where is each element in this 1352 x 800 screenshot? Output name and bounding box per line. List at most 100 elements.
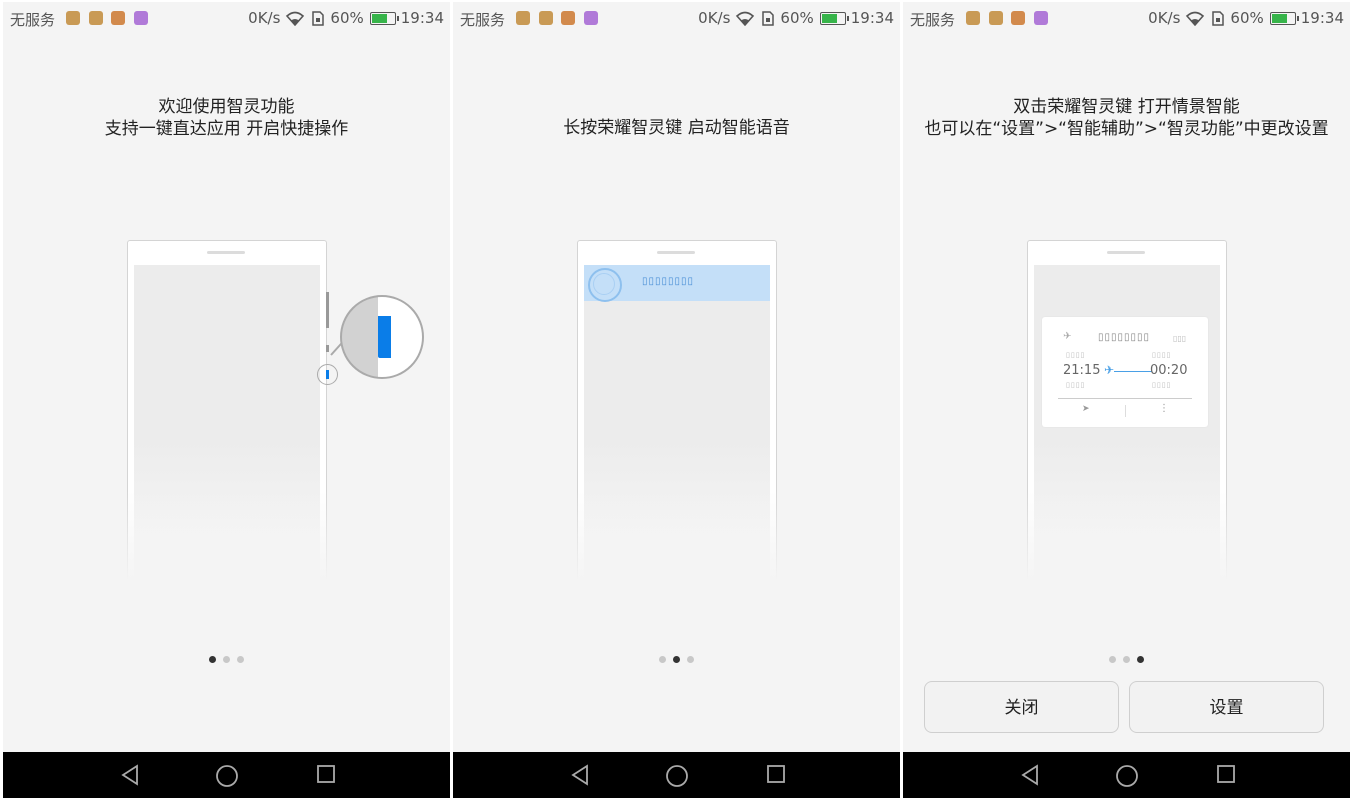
recents-icon[interactable] [1216, 764, 1236, 784]
notification-icon [584, 11, 598, 25]
carrier-label: 无服务 [460, 11, 506, 29]
navigation-bar [3, 752, 450, 798]
origin-label: ▯▯▯▯ [1066, 351, 1086, 359]
navigation-bar [453, 752, 900, 798]
carrier-label: 无服务 [10, 11, 56, 29]
title-line: 双击荣耀智灵键 打开情景智能 [1013, 97, 1240, 117]
status-bar: 无服务 0K/s 60% 19:34 [903, 2, 1350, 36]
phone-speaker [1107, 251, 1145, 254]
flight-arrow-icon: ✈ [1104, 363, 1115, 377]
notification-icon [539, 11, 553, 25]
phone-illustration: ▯▯▯▯▯▯▯▯ [574, 240, 780, 581]
intro-screen-2: 无服务 0K/s 60% 19:34 长按荣耀智灵键 启动智能语音 ▯▯▯▯▯▯… [453, 2, 900, 798]
notification-icon [1034, 11, 1048, 25]
clock: 19:34 [1300, 9, 1344, 27]
page-dot [237, 656, 244, 663]
network-speed: 0K/s [1148, 9, 1181, 27]
flight-card-title: ▯▯▯▯▯▯▯▯ [1098, 332, 1151, 343]
close-button[interactable]: 关闭 [924, 681, 1119, 733]
clock: 19:34 [400, 9, 444, 27]
settings-button[interactable]: 设置 [1129, 681, 1324, 733]
back-icon[interactable] [119, 764, 141, 786]
voice-assistant-bar: ▯▯▯▯▯▯▯▯ [584, 265, 770, 302]
title-line: 长按荣耀智灵键 启动智能语音 [563, 118, 790, 138]
smart-key-highlight [317, 364, 338, 385]
magnifier-icon [340, 295, 424, 379]
airplane-icon: ✈ [1063, 331, 1072, 342]
battery-percent: 60% [1230, 9, 1264, 27]
clock: 19:34 [850, 9, 894, 27]
notification-icon [89, 11, 103, 25]
page-indicator [453, 656, 900, 666]
microphone-ring-icon [588, 268, 622, 302]
arrive-time: 00:20 [1150, 363, 1188, 378]
more-indicator: ▯▯▯ [1173, 334, 1187, 343]
battery-percent: 60% [330, 9, 364, 27]
destination-label: ▯▯▯▯ [1152, 351, 1172, 359]
notification-icon [561, 11, 575, 25]
battery-icon [1269, 11, 1299, 25]
page-title: 双击荣耀智灵键 打开情景智能 也可以在“设置”>“智能辅助”>“智灵功能”中更改… [903, 96, 1350, 140]
page-indicator [903, 656, 1350, 666]
notification-icon [66, 11, 80, 25]
notification-icon [516, 11, 530, 25]
intro-screen-1: 无服务 0K/s 60% 19:34 欢迎使用智灵功能 支持一键直达应用 开启快… [3, 2, 450, 798]
more-vert-icon: ⋮ [1159, 403, 1169, 414]
battery-icon [819, 11, 849, 25]
title-line: 也可以在“设置”>“智能辅助”>“智灵功能”中更改设置 [924, 119, 1329, 139]
page-indicator [3, 656, 450, 666]
carrier-label: 无服务 [910, 11, 956, 29]
home-icon[interactable] [215, 764, 239, 788]
notification-icon [1011, 11, 1025, 25]
origin-airport: ▯▯▯▯ [1066, 381, 1086, 389]
notification-icon [966, 11, 980, 25]
page-title: 欢迎使用智灵功能 支持一键直达应用 开启快捷操作 [3, 96, 450, 140]
flight-line [1114, 371, 1152, 372]
page-title: 长按荣耀智灵键 启动智能语音 [453, 117, 900, 139]
destination-airport: ▯▯▯▯ [1152, 381, 1172, 389]
status-bar: 无服务 0K/s 60% 19:34 [3, 2, 450, 36]
phone-speaker [207, 251, 245, 254]
notification-icon [111, 11, 125, 25]
recents-icon[interactable] [766, 764, 786, 784]
notification-icon [134, 11, 148, 25]
phone-side-button [326, 345, 329, 352]
sim-icon [312, 10, 325, 26]
title-line: 支持一键直达应用 开启快捷操作 [104, 119, 349, 139]
phone-side-button [326, 292, 329, 328]
sim-icon [762, 10, 775, 26]
page-dot [1123, 656, 1130, 663]
voice-prompt-text: ▯▯▯▯▯▯▯▯ [642, 276, 695, 287]
navigate-icon: ➤ [1082, 404, 1090, 414]
page-dot [1109, 656, 1116, 663]
recents-icon[interactable] [316, 764, 336, 784]
network-speed: 0K/s [698, 9, 731, 27]
phone-illustration: ✈ ▯▯▯▯▯▯▯▯ ▯▯▯ ▯▯▯▯ ▯▯▯▯ 21:15 ✈ 00:20 ▯… [1024, 240, 1230, 581]
network-speed: 0K/s [248, 9, 281, 27]
back-icon[interactable] [1019, 764, 1041, 786]
wifi-icon [286, 11, 305, 26]
status-bar: 无服务 0K/s 60% 19:34 [453, 2, 900, 36]
page-dot [1137, 656, 1144, 663]
navigation-bar [903, 752, 1350, 798]
battery-percent: 60% [780, 9, 814, 27]
title-line: 欢迎使用智灵功能 [158, 97, 295, 117]
page-dot [687, 656, 694, 663]
back-icon[interactable] [569, 764, 591, 786]
phone-illustration [124, 240, 330, 581]
page-dot [673, 656, 680, 663]
page-dot [209, 656, 216, 663]
wifi-icon [736, 11, 755, 26]
phone-speaker [657, 251, 695, 254]
battery-icon [369, 11, 399, 25]
depart-time: 21:15 [1063, 363, 1101, 378]
flight-card: ✈ ▯▯▯▯▯▯▯▯ ▯▯▯ ▯▯▯▯ ▯▯▯▯ 21:15 ✈ 00:20 ▯… [1042, 317, 1208, 427]
page-dot [223, 656, 230, 663]
intro-screen-3: 无服务 0K/s 60% 19:34 双击荣耀智灵键 打开情景智能 也可以在“设… [903, 2, 1350, 798]
home-icon[interactable] [1115, 764, 1139, 788]
page-dot [659, 656, 666, 663]
home-icon[interactable] [665, 764, 689, 788]
notification-icon [989, 11, 1003, 25]
sim-icon [1212, 10, 1225, 26]
wifi-icon [1186, 11, 1205, 26]
